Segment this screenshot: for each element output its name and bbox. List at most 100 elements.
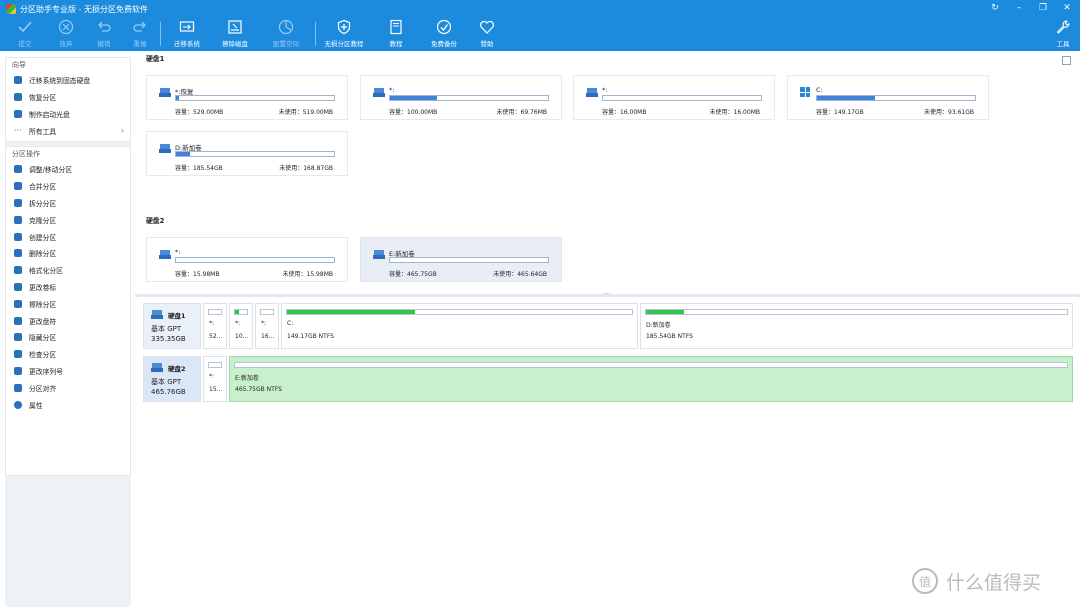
sidebar-item-migrate-ssd[interactable]: 迁移系统到固态硬盘: [6, 72, 130, 89]
sidebar-item-split[interactable]: 拆分分区: [6, 195, 130, 212]
drive-icon: [373, 88, 385, 97]
migrate-icon: [14, 76, 22, 85]
usage-bar: [175, 151, 335, 157]
sidebar-item-delete[interactable]: 删除分区: [6, 245, 130, 262]
drive-icon: [586, 88, 598, 97]
partition-block[interactable]: D:新加卷 185.54GB NTFS: [640, 303, 1073, 349]
allocate-space-label: 配置空间: [273, 40, 299, 48]
watermark-logo-icon: 值: [912, 568, 938, 594]
usage-bar: [286, 309, 633, 315]
toolbar-separator: [315, 22, 316, 46]
partition-card[interactable]: *: 容量：16.00MB 未使用：16.00MB: [573, 75, 775, 120]
create-icon: [14, 232, 22, 241]
free-backup-button[interactable]: 免费备份: [422, 19, 466, 49]
partition-block[interactable]: *: 15...: [203, 356, 227, 402]
refresh-icon[interactable]: ↻: [988, 2, 1002, 14]
free-backup-label: 免费备份: [431, 40, 457, 48]
partition-card[interactable]: C: 容量：149.17GB 未使用：93.61GB: [787, 75, 989, 120]
tutorial-button[interactable]: 教程: [374, 19, 418, 49]
allocate-space-icon: [278, 19, 294, 35]
partition-block[interactable]: *: 10...: [229, 303, 253, 349]
drive-icon: [373, 250, 385, 259]
commit-label: 提交: [18, 40, 32, 48]
sidebar-item-all-tools[interactable]: ··· 所有工具 ›: [6, 122, 130, 139]
drive-icon: [159, 250, 171, 259]
partition-info: 15...: [209, 386, 223, 393]
disc-icon: [14, 109, 22, 118]
capacity-text: 容量：100.00MB: [389, 109, 438, 116]
partition-block-selected[interactable]: E:新加卷 465.75GB NTFS: [229, 356, 1073, 402]
free-space-text: 未使用：465.64GB: [493, 271, 547, 278]
disk-type: 基本 GPT: [151, 378, 182, 386]
partition-block[interactable]: C: 149.17GB NTFS: [281, 303, 638, 349]
partition-card[interactable]: *: 容量：100.00MB 未使用：69.76MB: [360, 75, 562, 120]
sidebar-item-label: 合并分区: [29, 183, 57, 192]
usage-fill: [287, 310, 415, 314]
partition-name: *:: [261, 320, 267, 327]
allocate-space-button[interactable]: 配置空间: [264, 19, 308, 49]
sidebar-item-change-label[interactable]: 更改卷标: [6, 279, 130, 296]
usage-fill: [817, 96, 876, 100]
pencil-icon: [14, 316, 22, 325]
title-toolbar-bar: 分区助手专业版 - 无损分区免费软件 ↻ – ❐ ✕ 提交 放弃 撤销 重做 迁…: [0, 0, 1080, 51]
sidebar-item-merge[interactable]: 合并分区: [6, 178, 130, 195]
migrate-os-button[interactable]: 迁移系统: [165, 19, 209, 49]
sidebar-item-check[interactable]: 检查分区: [6, 346, 130, 363]
partition-card-selected[interactable]: E:新加卷 容量：465.75GB 未使用：465.64GB: [360, 237, 562, 282]
partition-name: C:: [816, 86, 823, 94]
partition-tutorial-button[interactable]: 无损分区教程: [322, 19, 366, 49]
close-button[interactable]: ✕: [1060, 2, 1074, 14]
heart-icon: [480, 20, 494, 34]
sidebar-empty-area: [5, 476, 131, 607]
sidebar-item-properties[interactable]: 属性: [6, 396, 130, 413]
sidebar-item-clone[interactable]: 克隆分区: [6, 211, 130, 228]
partition-name: *:: [235, 320, 241, 327]
capacity-text: 容量：16.00MB: [602, 109, 647, 116]
pane-splitter[interactable]: [135, 290, 1080, 298]
sidebar-item-format[interactable]: 格式化分区: [6, 262, 130, 279]
usage-fill: [390, 96, 438, 100]
usage-fill: [176, 152, 191, 156]
free-space-text: 未使用：15.98MB: [282, 271, 333, 278]
sidebar-item-label: 格式化分区: [29, 267, 63, 276]
wipe-disk-button[interactable]: 擦除磁盘: [213, 19, 257, 49]
disk-info[interactable]: 硬盘1 基本 GPT 335.35GB: [143, 303, 201, 349]
usage-bar: [816, 95, 976, 101]
partition-block[interactable]: *: 16...: [255, 303, 279, 349]
sidebar-item-serial[interactable]: 更改序列号: [6, 363, 130, 380]
partition-block[interactable]: *: 52...: [203, 303, 227, 349]
sidebar-item-resize[interactable]: 调整/移动分区: [6, 161, 130, 178]
disk-map-row: 硬盘2 基本 GPT 465.76GB *: 15... E:新加卷 465.7…: [143, 356, 1073, 402]
disk-info[interactable]: 硬盘2 基本 GPT 465.76GB: [143, 356, 201, 402]
free-space-text: 未使用：93.61GB: [924, 109, 974, 116]
view-toggle-icon[interactable]: [1062, 56, 1071, 65]
tools-button[interactable]: 工具: [1041, 19, 1080, 49]
usage-bar: [208, 309, 222, 315]
sidebar-item-change-letter[interactable]: 更改盘符: [6, 312, 130, 329]
sidebar-item-label: 所有工具: [29, 127, 57, 136]
partition-ops-panel: 分区操作 调整/移动分区 合并分区 拆分分区 克隆分区 创建分区 删除分区 格式…: [5, 146, 131, 476]
restore-button[interactable]: ❐: [1036, 2, 1050, 14]
sidebar-item-create[interactable]: 创建分区: [6, 228, 130, 245]
sidebar-item-align[interactable]: 分区对齐: [6, 379, 130, 396]
redo-button[interactable]: 重做: [118, 19, 162, 49]
sidebar-item-recover-partition[interactable]: 恢复分区: [6, 89, 130, 106]
sidebar-item-hide[interactable]: 隐藏分区: [6, 329, 130, 346]
wipe-disk-label: 擦除磁盘: [222, 40, 248, 48]
minimize-button[interactable]: –: [1012, 2, 1026, 14]
sidebar-item-boot-disc[interactable]: 制作启动光盘: [6, 106, 130, 123]
hide-icon: [14, 333, 22, 342]
clone-icon: [14, 215, 22, 224]
partition-info: 52...: [209, 333, 223, 340]
sidebar: 向导 迁移系统到固态硬盘 恢复分区 制作启动光盘 ··· 所有工具 › 分区操作 调…: [5, 57, 131, 607]
partition-card[interactable]: D:新加卷 容量：185.54GB 未使用：168.87GB: [146, 131, 348, 176]
sponsor-button[interactable]: 赞助: [465, 19, 509, 49]
sidebar-item-label: 迁移系统到固态硬盘: [29, 77, 91, 86]
merge-icon: [14, 182, 22, 191]
drive-icon: [159, 88, 171, 97]
sidebar-item-wipe[interactable]: 擦除分区: [6, 295, 130, 312]
partition-card[interactable]: *: 容量：15.98MB 未使用：15.98MB: [146, 237, 348, 282]
partition-card[interactable]: *:恢复 容量：529.00MB 未使用：519.00MB: [146, 75, 348, 120]
commit-button[interactable]: 提交: [3, 19, 47, 49]
partition-name: D:新加卷: [646, 322, 671, 329]
